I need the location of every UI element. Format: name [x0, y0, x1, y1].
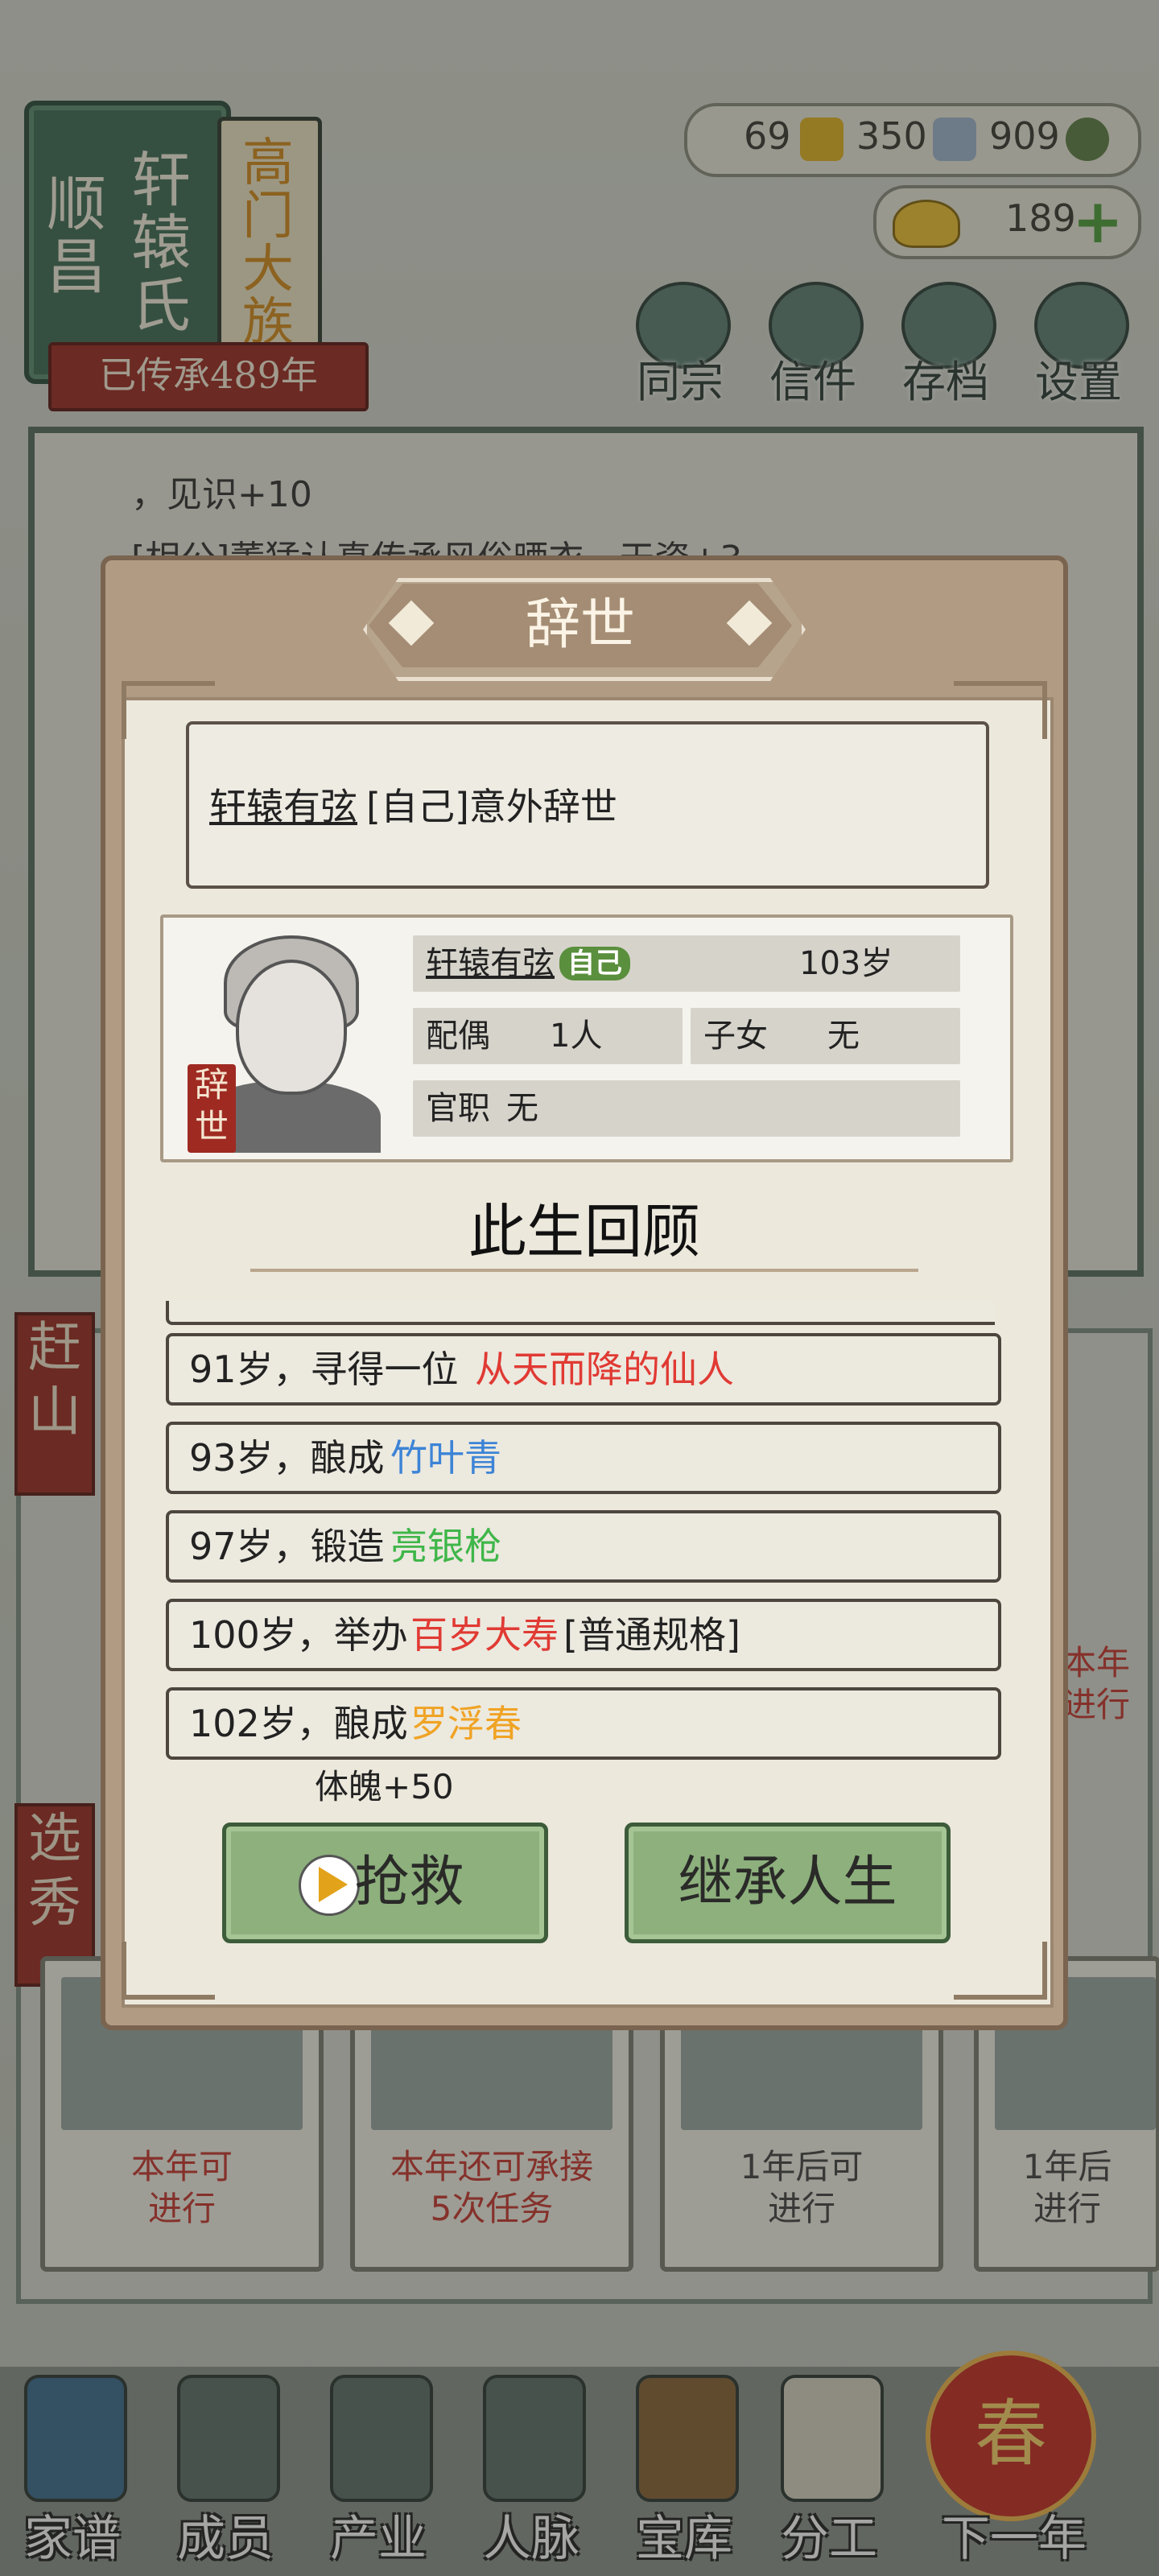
review-title: 此生回顾 [468, 1198, 700, 1265]
review-divider [250, 1269, 918, 1277]
profile-spouse-row: 配偶 1人 [413, 1008, 683, 1064]
children-label: 子女 [703, 1018, 768, 1055]
timeline-prefix: 97岁，锻造 [189, 1525, 385, 1568]
portrait-face [236, 960, 347, 1095]
inherit-label: 继承人生 [678, 1851, 897, 1914]
event-person-link[interactable]: 轩辕有弦 [209, 778, 357, 831]
office-value: 无 [506, 1090, 538, 1127]
portrait: 辞世 [179, 927, 397, 1153]
timeline-highlight: 百岁大寿 [410, 1613, 559, 1657]
deceased-seal: 辞世 [188, 1064, 236, 1153]
timeline-prefix: 91岁，寻得一位 [189, 1348, 459, 1391]
profile-name[interactable]: 轩辕有弦 [426, 935, 555, 992]
profile-age: 103岁 [799, 945, 893, 982]
timeline-highlight: 从天而降的仙人 [475, 1348, 734, 1391]
profile-office-row: 官职 无 [413, 1080, 960, 1137]
timeline-prefix: 102岁，酿成 [189, 1702, 408, 1745]
timeline-item: 97岁，锻造 亮银枪 [166, 1510, 1001, 1583]
profile-name-row: 轩辕有弦 自己 103岁 [413, 935, 960, 992]
frame-corner [122, 1942, 215, 2000]
timeline-item: 93岁，酿成 竹叶青 [166, 1422, 1001, 1494]
frame-corner [954, 1942, 1047, 2000]
event-text: [自己]意外辞世 [366, 785, 617, 828]
profile-children-row: 子女 无 [691, 1008, 960, 1064]
event-message: 轩辕有弦 [自己]意外辞世 [186, 721, 989, 889]
timeline-prefix: 100岁，举办 [189, 1613, 408, 1657]
timeline-item: 102岁，酿成 罗浮春 [166, 1687, 1001, 1760]
timeline-item: 91岁，寻得一位 从天而降的仙人 [166, 1333, 1001, 1406]
timeline-highlight: 亮银枪 [390, 1525, 501, 1568]
timeline-item: 100岁，举办 百岁大寿 [普通规格] [166, 1599, 1001, 1671]
spouse-value: 1人 [550, 1018, 603, 1055]
dialog-title: 辞世 [525, 593, 635, 657]
rescue-label: 抢救 [354, 1851, 464, 1914]
timeline-item-clipped [166, 1301, 995, 1325]
death-dialog: 辞世 轩辕有弦 [自己]意外辞世 辞世 轩辕有弦 自己 103岁 配偶 1人 子… [101, 555, 1068, 2030]
timeline-highlight: 竹叶青 [390, 1436, 501, 1480]
stat-note: 体魄+50 [315, 1767, 454, 1806]
profile-card: 辞世 轩辕有弦 自己 103岁 配偶 1人 子女 无 官职 无 [160, 914, 1013, 1162]
timeline-suffix: [普通规格] [563, 1613, 740, 1657]
timeline-prefix: 93岁，酿成 [189, 1436, 385, 1480]
inherit-life-button[interactable]: 继承人生 [625, 1823, 951, 1943]
spouse-label: 配偶 [426, 1018, 490, 1055]
self-badge: 自己 [559, 947, 630, 980]
rescue-button[interactable]: 抢救 [222, 1823, 548, 1943]
children-value: 无 [827, 1018, 860, 1055]
office-label: 官职 [426, 1090, 490, 1127]
timeline-highlight: 罗浮春 [410, 1702, 522, 1745]
timeline-list[interactable] [166, 1301, 995, 1325]
